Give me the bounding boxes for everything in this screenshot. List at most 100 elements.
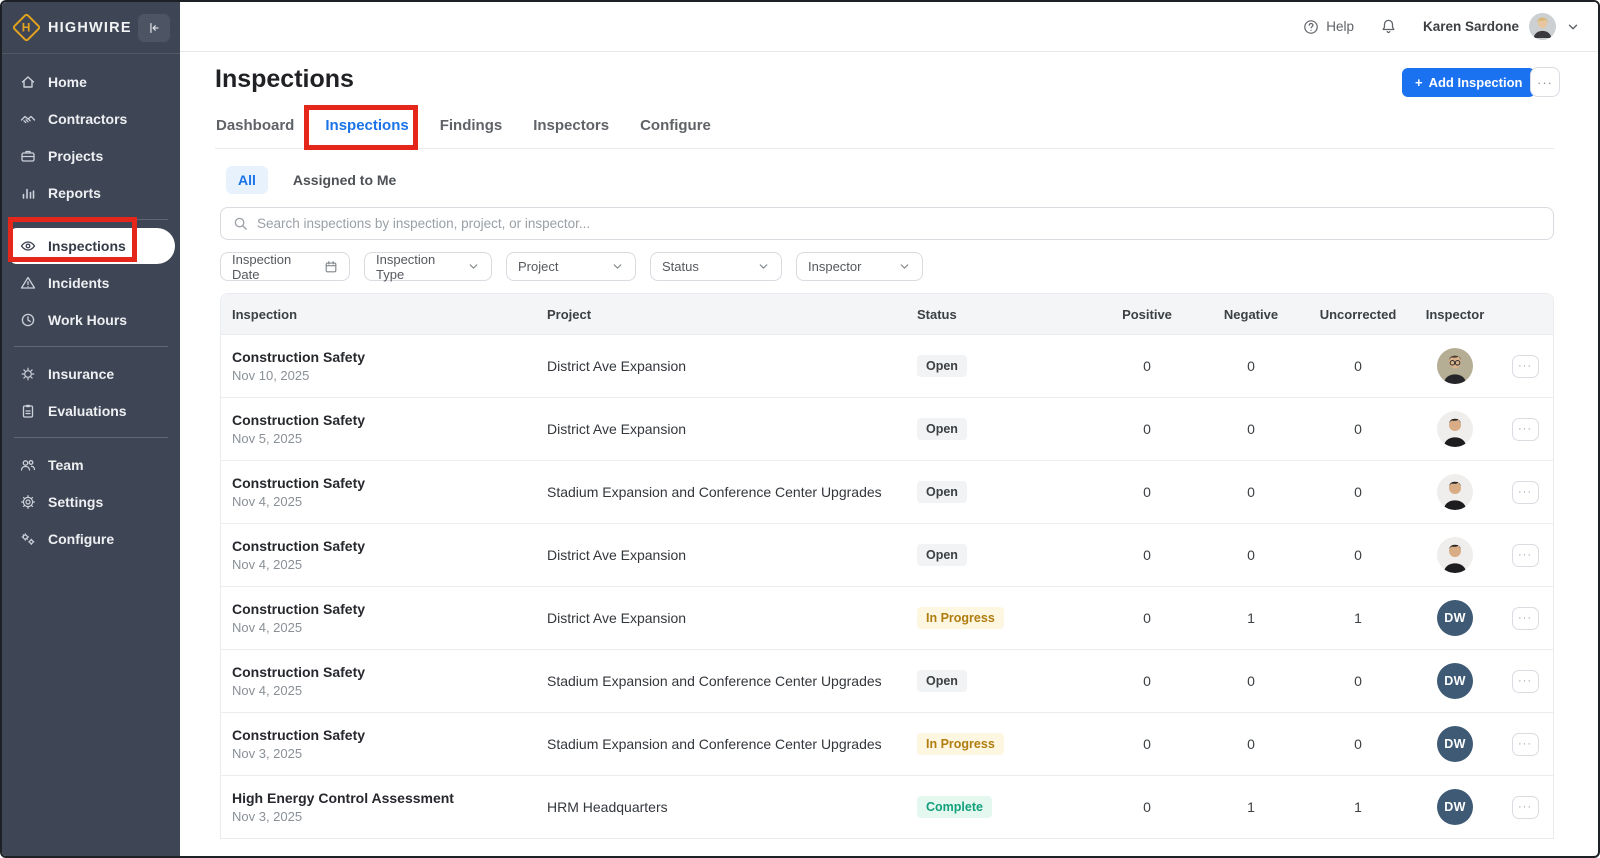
uncorrected-count: 0	[1303, 358, 1413, 374]
tab-dashboard[interactable]: Dashboard	[215, 109, 295, 148]
row-more-button[interactable]: ···	[1512, 355, 1539, 378]
positive-count: 0	[1095, 484, 1199, 500]
tab-bar: Dashboard Inspections Findings Inspector…	[215, 109, 1554, 149]
row-more-button[interactable]: ···	[1512, 544, 1539, 567]
table-row[interactable]: High Energy Control AssessmentNov 3, 202…	[221, 775, 1553, 838]
sidebar-item-reports[interactable]: Reports	[2, 174, 180, 211]
chevron-down-icon	[757, 260, 770, 273]
positive-count: 0	[1095, 547, 1199, 563]
add-inspection-button[interactable]: + Add Inspection	[1402, 68, 1535, 97]
row-more-button[interactable]: ···	[1512, 670, 1539, 693]
sidebar-item-incidents[interactable]: Incidents	[2, 264, 180, 301]
negative-count: 0	[1199, 484, 1303, 500]
handshake-icon	[20, 111, 36, 127]
filter-inspection-date[interactable]: Inspection Date	[220, 252, 350, 281]
sidebar-item-work-hours[interactable]: Work Hours	[2, 301, 180, 338]
tab-findings[interactable]: Findings	[439, 109, 504, 148]
filter-status[interactable]: Status	[650, 252, 782, 281]
sidebar-item-label: Evaluations	[48, 403, 127, 419]
chevron-down-icon	[898, 260, 911, 273]
table-row[interactable]: Construction SafetyNov 5, 2025 District …	[221, 397, 1553, 460]
help-label: Help	[1326, 19, 1354, 34]
insurance-badge-icon	[20, 366, 36, 382]
segment-assigned-to-me[interactable]: Assigned to Me	[293, 172, 396, 188]
tab-inspectors[interactable]: Inspectors	[532, 109, 610, 148]
notifications-bell-icon[interactable]	[1380, 18, 1397, 35]
positive-count: 0	[1095, 673, 1199, 689]
sidebar-item-contractors[interactable]: Contractors	[2, 100, 180, 137]
status-badge: Open	[917, 481, 967, 503]
row-more-button[interactable]: ···	[1512, 607, 1539, 630]
sidebar-item-insurance[interactable]: Insurance	[2, 355, 180, 392]
sidebar-item-home[interactable]: Home	[2, 63, 180, 100]
uncorrected-count: 0	[1303, 673, 1413, 689]
filter-project[interactable]: Project	[506, 252, 636, 281]
sidebar-collapse-button[interactable]	[138, 14, 170, 42]
column-header-negative: Negative	[1199, 307, 1303, 322]
sidebar-item-settings[interactable]: Settings	[2, 483, 180, 520]
inspection-date: Nov 3, 2025	[232, 746, 547, 761]
inspector-avatar	[1437, 411, 1473, 447]
inspector-avatar: DW	[1437, 789, 1473, 825]
table-row[interactable]: Construction SafetyNov 4, 2025 Stadium E…	[221, 460, 1553, 523]
status-badge: In Progress	[917, 733, 1004, 755]
table-row[interactable]: Construction SafetyNov 10, 2025 District…	[221, 334, 1553, 397]
inspector-avatar: DW	[1437, 726, 1473, 762]
sidebar-item-projects[interactable]: Projects	[2, 137, 180, 174]
search-icon	[233, 216, 248, 231]
row-more-button[interactable]: ···	[1512, 733, 1539, 756]
project-name: Stadium Expansion and Conference Center …	[547, 736, 917, 752]
row-more-button[interactable]: ···	[1512, 796, 1539, 819]
filter-label: Project	[518, 259, 558, 274]
inspection-date: Nov 5, 2025	[232, 431, 547, 446]
eye-icon	[20, 238, 36, 254]
inspection-name: Construction Safety	[232, 727, 547, 743]
inspection-name: High Energy Control Assessment	[232, 790, 547, 806]
column-header-uncorrected: Uncorrected	[1303, 307, 1413, 322]
sidebar-divider	[14, 219, 168, 220]
segment-all[interactable]: All	[226, 166, 268, 194]
uncorrected-count: 0	[1303, 421, 1413, 437]
inspection-date: Nov 4, 2025	[232, 620, 547, 635]
help-button[interactable]: Help	[1303, 19, 1354, 35]
sidebar-item-label: Home	[48, 74, 87, 90]
sidebar-divider	[14, 346, 168, 347]
filter-label: Inspection Date	[232, 252, 316, 282]
brand-name: HIGHWIRE	[48, 20, 138, 36]
chevron-down-icon	[611, 260, 624, 273]
table-row[interactable]: Construction SafetyNov 4, 2025 District …	[221, 586, 1553, 649]
filter-row: Inspection Date Inspection Type Project …	[220, 252, 923, 281]
sidebar-item-configure[interactable]: Configure	[2, 520, 180, 557]
user-menu[interactable]: Karen Sardone	[1423, 13, 1580, 40]
negative-count: 0	[1199, 547, 1303, 563]
sidebar-item-inspections[interactable]: Inspections	[10, 228, 175, 264]
inspection-name: Construction Safety	[232, 412, 547, 428]
filter-inspection-type[interactable]: Inspection Type	[364, 252, 492, 281]
table-row[interactable]: Construction Safety Nov 3, 2025 Stadium E…	[221, 712, 1553, 775]
tab-inspections[interactable]: Inspections	[324, 109, 409, 148]
column-header-project: Project	[547, 307, 917, 322]
negative-count: 1	[1199, 799, 1303, 815]
briefcase-icon	[20, 148, 36, 164]
search-bar	[220, 207, 1554, 240]
filter-label: Inspection Type	[376, 252, 459, 282]
filter-inspector[interactable]: Inspector	[796, 252, 923, 281]
gear-icon	[20, 494, 36, 510]
row-more-button[interactable]: ···	[1512, 418, 1539, 441]
clipboard-icon	[20, 403, 36, 419]
column-header-inspector: Inspector	[1413, 307, 1497, 322]
search-input[interactable]	[257, 216, 1541, 231]
positive-count: 0	[1095, 736, 1199, 752]
tab-configure[interactable]: Configure	[639, 109, 712, 148]
sidebar-item-team[interactable]: Team	[2, 446, 180, 483]
uncorrected-count: 0	[1303, 736, 1413, 752]
inspector-avatar: DW	[1437, 600, 1473, 636]
inspection-date: Nov 4, 2025	[232, 683, 547, 698]
project-name: District Ave Expansion	[547, 547, 917, 563]
positive-count: 0	[1095, 358, 1199, 374]
table-row[interactable]: Construction SafetyNov 4, 2025 Stadium E…	[221, 649, 1553, 712]
sidebar-item-evaluations[interactable]: Evaluations	[2, 392, 180, 429]
row-more-button[interactable]: ···	[1512, 481, 1539, 504]
table-row[interactable]: Construction SafetyNov 4, 2025 District …	[221, 523, 1553, 586]
page-more-button[interactable]: ···	[1530, 67, 1560, 97]
